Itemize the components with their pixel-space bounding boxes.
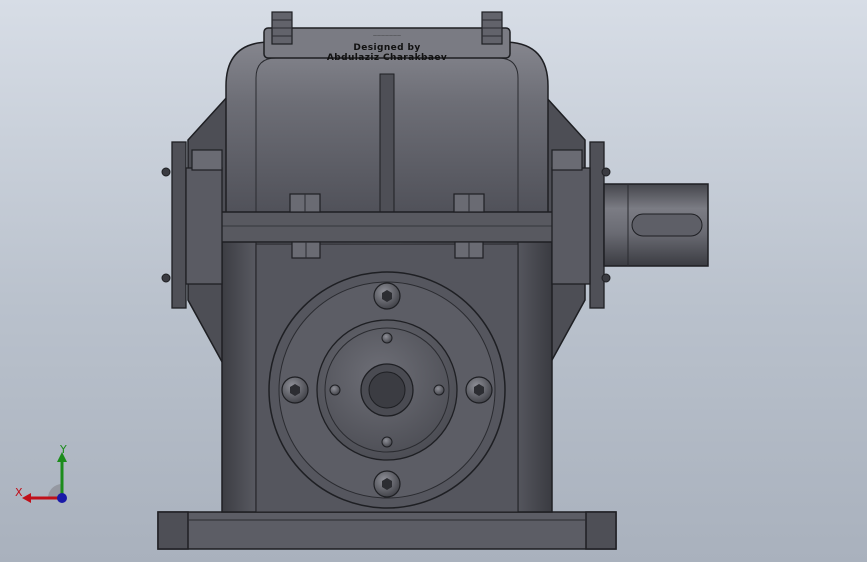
name-plate-line-1: Designed by (353, 43, 420, 53)
upper-housing[interactable] (225, 41, 549, 215)
x-axis-label: X (15, 486, 23, 499)
cap-screw-top[interactable] (373, 282, 401, 310)
graphics-viewport[interactable]: ——————— Designed by Abdulaziz Charakbaev (0, 0, 867, 562)
top-right-stud[interactable] (481, 11, 503, 45)
flange-bolt-top-left[interactable] (289, 193, 321, 213)
gearbox-model[interactable]: ——————— Designed by Abdulaziz Charakbaev (0, 0, 867, 562)
y-axis-label: Y (59, 443, 67, 456)
split-flange[interactable] (181, 211, 595, 243)
hub-screw-right[interactable] (433, 384, 445, 396)
right-bearing-cover[interactable] (551, 141, 611, 309)
cap-screw-right[interactable] (465, 376, 493, 404)
name-plate[interactable]: ——————— Designed by Abdulaziz Charakbaev (263, 27, 511, 63)
flange-nut-bottom-left[interactable] (291, 241, 321, 259)
x-axis-arrowhead (22, 493, 31, 503)
cap-screw-bottom[interactable] (373, 470, 401, 498)
z-axis-dot (57, 493, 67, 503)
flange-bolt-top-right[interactable] (453, 193, 485, 213)
hub-screw-top[interactable] (381, 332, 393, 344)
cap-screw-left[interactable] (281, 376, 309, 404)
top-left-stud[interactable] (271, 11, 293, 45)
name-plate-small-text: ——————— (373, 33, 401, 38)
input-shaft[interactable] (603, 183, 709, 267)
name-plate-line-2: Abdulaziz Charakbaev (327, 53, 447, 63)
reference-triad: Y X (15, 443, 67, 503)
hub-screw-bottom[interactable] (381, 436, 393, 448)
hub-screw-left[interactable] (329, 384, 341, 396)
base-plate[interactable] (157, 511, 617, 550)
left-bearing-cover[interactable] (161, 141, 223, 309)
flange-nut-bottom-right[interactable] (454, 241, 484, 259)
